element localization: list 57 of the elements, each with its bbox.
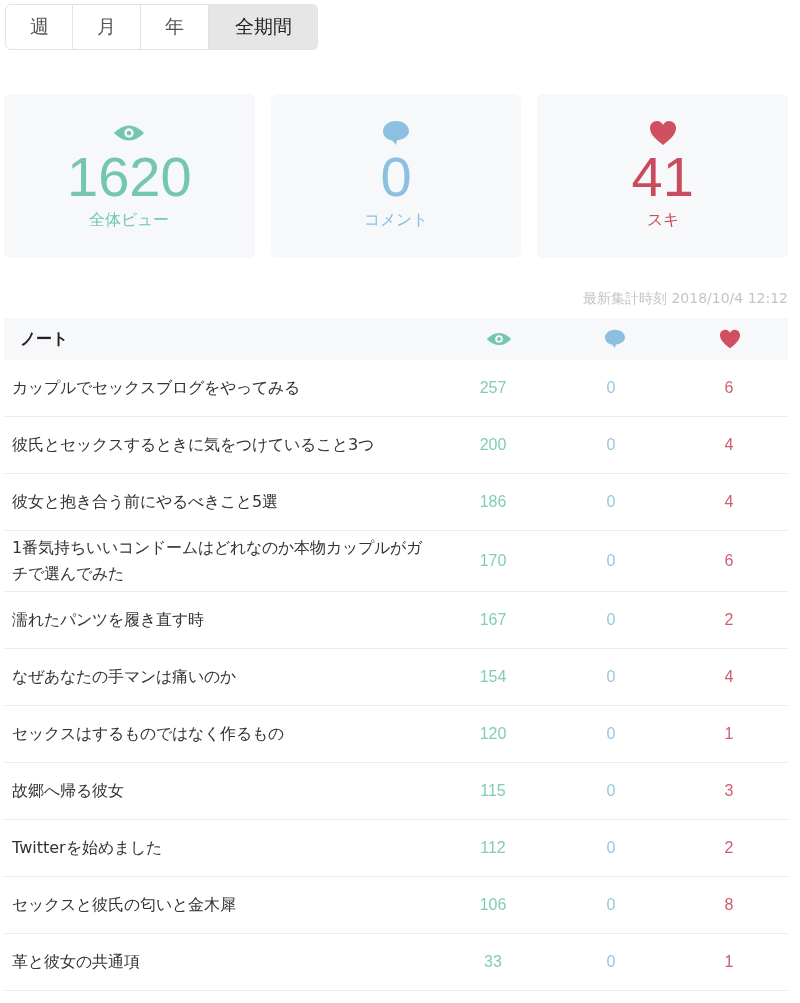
stat-value: 41 xyxy=(631,146,694,208)
stat-label: スキ xyxy=(646,210,679,231)
like-count: 2 xyxy=(724,839,734,857)
view-count: 170 xyxy=(479,552,507,570)
like-count: 4 xyxy=(724,493,734,511)
view-count: 115 xyxy=(480,782,506,800)
comment-count: 0 xyxy=(606,611,616,629)
like-count: 4 xyxy=(724,668,734,686)
last-updated-text: 最新集計時刻 2018/10/4 12:12 xyxy=(581,290,788,308)
comment-count: 0 xyxy=(606,839,616,857)
note-title[interactable]: カップルでセックスブログをやってみる xyxy=(4,371,434,405)
view-count: 106 xyxy=(479,896,507,914)
view-count: 186 xyxy=(479,493,507,511)
like-count: 6 xyxy=(724,552,734,570)
note-title[interactable]: セックスはするものではなく作るもの xyxy=(4,717,434,751)
like-count: 1 xyxy=(724,953,734,971)
period-tab[interactable]: 週 xyxy=(5,4,73,50)
period-tab[interactable]: 全期間 xyxy=(209,4,318,50)
comment-count: 0 xyxy=(606,953,616,971)
note-title[interactable]: Twitterを始めました xyxy=(4,831,434,865)
note-title[interactable]: セックスと彼氏の匂いと金木犀 xyxy=(4,888,434,922)
comment-count: 0 xyxy=(606,493,616,511)
comment-count: 0 xyxy=(606,379,616,397)
like-count: 8 xyxy=(724,896,734,914)
period-tab[interactable]: 年 xyxy=(141,4,209,50)
note-title[interactable]: 彼氏とセックスするときに気をつけていること3つ xyxy=(4,428,434,462)
view-count: 154 xyxy=(479,668,507,686)
like-count: 1 xyxy=(724,725,734,743)
view-count: 257 xyxy=(479,379,507,397)
column-header: ノート xyxy=(19,328,69,350)
view-count: 200 xyxy=(479,436,507,454)
view-count: 112 xyxy=(480,839,506,857)
note-title[interactable]: なぜあなたの手マンは痛いのか xyxy=(4,660,434,694)
like-count: 2 xyxy=(724,611,734,629)
view-count: 167 xyxy=(479,611,507,629)
note-title[interactable]: 革と彼女の共通項 xyxy=(4,945,434,979)
note-title[interactable]: 彼女と抱き合う前にやるべきこと5選 xyxy=(4,485,434,519)
stat-value: 1620 xyxy=(67,146,192,208)
comment-count: 0 xyxy=(606,782,616,800)
stat-value: 0 xyxy=(380,146,412,208)
like-count: 4 xyxy=(724,436,734,454)
note-title[interactable]: 1番気持ちいいコンドームはどれなのか本物カップルがガチで選んでみた xyxy=(4,531,434,591)
speech-bubble-icon xyxy=(380,120,412,146)
comment-count: 0 xyxy=(606,436,616,454)
view-count: 33 xyxy=(484,953,502,971)
comment-count: 0 xyxy=(606,896,616,914)
stat-label: コメント xyxy=(364,210,428,231)
note-title[interactable]: 濡れたパンツを履き直す時 xyxy=(4,603,434,637)
stat-label: 全体ビュー xyxy=(89,210,170,231)
like-count: 6 xyxy=(724,379,734,397)
view-count: 120 xyxy=(479,725,507,743)
note-title[interactable]: 故郷へ帰る彼女 xyxy=(4,774,434,808)
comment-count: 0 xyxy=(606,668,616,686)
comment-count: 0 xyxy=(606,725,616,743)
like-count: 3 xyxy=(724,782,734,800)
comment-count: 0 xyxy=(606,552,616,570)
period-tab[interactable]: 月 xyxy=(73,4,141,50)
